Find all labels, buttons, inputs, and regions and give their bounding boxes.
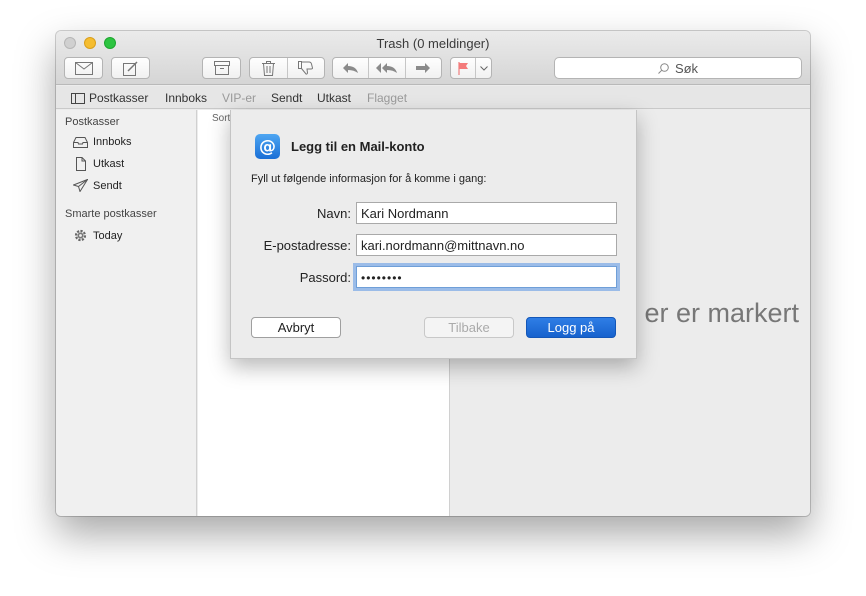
favorite-flagged[interactable]: Flagget [367,91,407,105]
mailboxes-toggle-label: Postkasser [89,91,149,105]
favorite-inbox[interactable]: Innboks [165,91,207,105]
mail-account-icon: @ [255,134,280,159]
dialog-title: Legg til en Mail-konto [291,139,425,154]
sidebar-item-sent[interactable]: Sendt [73,179,122,192]
flag-menu-button[interactable] [476,58,491,78]
gear-icon [74,229,87,242]
favorites-bar: Postkasser Innboks VIP-er Sendt Utkast F… [56,86,810,109]
trash-icon [261,60,275,76]
reply-group [332,57,442,79]
name-field[interactable]: Kari Nordmann [356,202,617,224]
search-field[interactable]: Søk [554,57,802,79]
reply-button[interactable] [333,58,370,78]
mailbox-sidebar: Postkasser Innboks Utkast Sendt Smarte p… [56,110,197,516]
sidebar-item-label: Utkast [93,158,125,170]
flag-icon [458,61,468,75]
password-label: Passord: [299,270,351,285]
name-label: Navn: [317,206,351,221]
favorite-drafts[interactable]: Utkast [317,91,351,105]
back-button[interactable]: Tilbake [424,317,514,338]
dialog-intro: Fyll ut følgende informasjon for å komme… [251,173,487,185]
sidebar-item-label: Innboks [93,136,132,148]
reply-all-icon [375,63,397,73]
sent-icon [73,179,88,192]
smart-mailboxes-heading[interactable]: Smarte postkasser [65,208,157,220]
sidebar-item-label: Sendt [93,179,122,192]
email-label: E-postadresse: [263,238,351,253]
archive-icon [213,61,230,75]
search-placeholder: Søk [674,60,699,76]
compose-icon [123,60,138,76]
search-icon [658,62,669,74]
draft-icon [76,157,86,171]
email-field[interactable]: kari.nordmann@mittnavn.no [356,234,617,256]
chevron-down-icon [479,65,488,71]
password-mask: •••••••• [361,271,403,285]
sidebar-item-drafts[interactable]: Utkast [73,157,124,171]
compose-button[interactable] [111,57,150,79]
password-field[interactable]: •••••••• [356,266,617,288]
reply-all-button[interactable] [369,58,406,78]
sign-in-button[interactable]: Logg på [526,317,616,338]
title-bar: Trash (0 meldinger) Søk [56,31,810,85]
sort-label[interactable]: Sort [212,113,230,124]
forward-icon [416,63,431,73]
empty-selection-text: er er markert [644,298,799,328]
cancel-button[interactable]: Avbryt [251,317,341,338]
forward-button[interactable] [406,58,441,78]
favorite-sent[interactable]: Sendt [271,91,302,105]
flag-group [450,57,492,79]
junk-button[interactable] [288,58,325,78]
get-mail-button[interactable] [64,57,103,79]
sidebar-item-label: Today [93,229,123,242]
sidebar-icon [71,92,85,104]
reply-icon [343,63,359,73]
delete-junk-group [249,57,325,79]
delete-button[interactable] [250,58,288,78]
archive-button[interactable] [202,57,241,79]
favorite-vip[interactable]: VIP-er [222,91,256,105]
thumbs-down-icon [298,61,314,75]
add-account-dialog: @ Legg til en Mail-konto Fyll ut følgend… [230,110,637,359]
sidebar-item-today[interactable]: Today [73,228,122,243]
inbox-icon [73,136,88,148]
envelope-icon [74,61,93,75]
mailboxes-heading[interactable]: Postkasser [65,116,119,128]
sidebar-item-inbox[interactable]: Innboks [73,136,132,148]
window-title: Trash (0 meldinger) [376,36,490,51]
flag-button[interactable] [451,58,477,78]
mailboxes-toggle[interactable]: Postkasser [71,91,148,105]
